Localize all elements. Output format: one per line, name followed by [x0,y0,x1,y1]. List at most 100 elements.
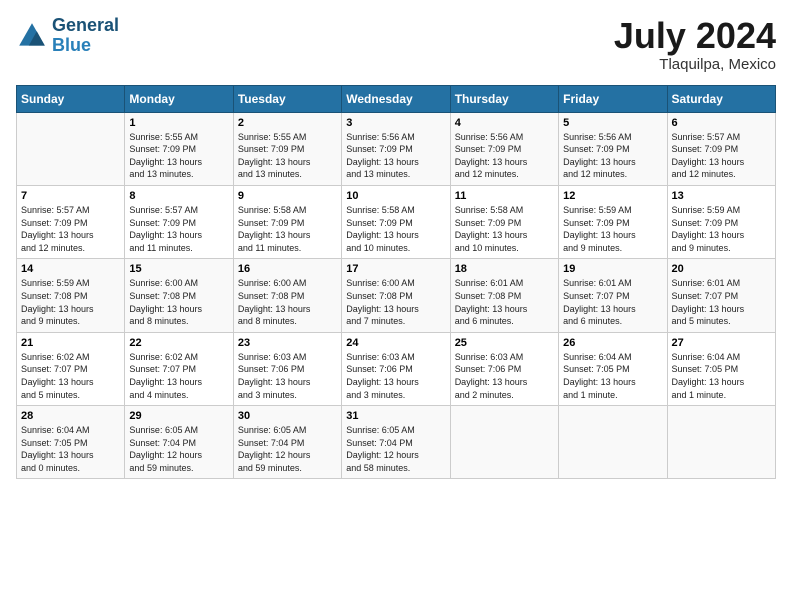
day-number: 19 [563,263,662,275]
calendar-header: SundayMondayTuesdayWednesdayThursdayFrid… [17,85,776,112]
day-number: 30 [238,410,337,422]
header-cell-wednesday: Wednesday [342,85,450,112]
day-cell: 13 Sunrise: 5:59 AM Sunset: 7:09 PM Dayli… [667,185,775,258]
day-info: Sunrise: 5:58 AM Sunset: 7:09 PM Dayligh… [346,204,445,254]
location: Tlaquilpa, Mexico [614,56,776,73]
logo-icon [16,20,48,52]
day-number: 10 [346,190,445,202]
day-info: Sunrise: 5:58 AM Sunset: 7:09 PM Dayligh… [238,204,337,254]
day-cell: 22 Sunrise: 6:02 AM Sunset: 7:07 PM Dayli… [125,332,233,405]
day-info: Sunrise: 5:56 AM Sunset: 7:09 PM Dayligh… [455,131,554,181]
day-cell: 9 Sunrise: 5:58 AM Sunset: 7:09 PM Daylig… [233,185,341,258]
day-number: 27 [672,337,771,349]
day-cell: 8 Sunrise: 5:57 AM Sunset: 7:09 PM Daylig… [125,185,233,258]
day-cell: 2 Sunrise: 5:55 AM Sunset: 7:09 PM Daylig… [233,112,341,185]
day-info: Sunrise: 5:57 AM Sunset: 7:09 PM Dayligh… [129,204,228,254]
week-row: 28 Sunrise: 6:04 AM Sunset: 7:05 PM Dayli… [17,406,776,479]
day-info: Sunrise: 5:55 AM Sunset: 7:09 PM Dayligh… [129,131,228,181]
day-cell: 11 Sunrise: 5:58 AM Sunset: 7:09 PM Dayli… [450,185,558,258]
day-number: 7 [21,190,120,202]
day-cell: 14 Sunrise: 5:59 AM Sunset: 7:08 PM Dayli… [17,259,125,332]
day-info: Sunrise: 6:03 AM Sunset: 7:06 PM Dayligh… [346,351,445,401]
header-cell-saturday: Saturday [667,85,775,112]
week-row: 1 Sunrise: 5:55 AM Sunset: 7:09 PM Daylig… [17,112,776,185]
day-number: 2 [238,117,337,129]
day-number: 9 [238,190,337,202]
day-number: 13 [672,190,771,202]
day-number: 1 [129,117,228,129]
header-cell-monday: Monday [125,85,233,112]
day-cell: 6 Sunrise: 5:57 AM Sunset: 7:09 PM Daylig… [667,112,775,185]
day-info: Sunrise: 6:03 AM Sunset: 7:06 PM Dayligh… [455,351,554,401]
day-cell [667,406,775,479]
day-cell: 10 Sunrise: 5:58 AM Sunset: 7:09 PM Dayli… [342,185,450,258]
day-number: 24 [346,337,445,349]
day-cell: 17 Sunrise: 6:00 AM Sunset: 7:08 PM Dayli… [342,259,450,332]
day-cell [559,406,667,479]
calendar-body: 1 Sunrise: 5:55 AM Sunset: 7:09 PM Daylig… [17,112,776,479]
day-info: Sunrise: 6:01 AM Sunset: 7:07 PM Dayligh… [563,277,662,327]
day-info: Sunrise: 6:02 AM Sunset: 7:07 PM Dayligh… [21,351,120,401]
day-number: 29 [129,410,228,422]
week-row: 21 Sunrise: 6:02 AM Sunset: 7:07 PM Dayli… [17,332,776,405]
day-number: 8 [129,190,228,202]
day-info: Sunrise: 5:55 AM Sunset: 7:09 PM Dayligh… [238,131,337,181]
day-cell: 26 Sunrise: 6:04 AM Sunset: 7:05 PM Dayli… [559,332,667,405]
day-number: 18 [455,263,554,275]
header-cell-tuesday: Tuesday [233,85,341,112]
day-cell [17,112,125,185]
day-number: 12 [563,190,662,202]
day-info: Sunrise: 5:57 AM Sunset: 7:09 PM Dayligh… [21,204,120,254]
day-cell: 5Sunrise: 5:56 AM Sunset: 7:09 PM Daylig… [559,112,667,185]
day-cell: 4 Sunrise: 5:56 AM Sunset: 7:09 PM Daylig… [450,112,558,185]
title-block: July 2024 Tlaquilpa, Mexico [614,16,776,73]
day-cell: 15 Sunrise: 6:00 AM Sunset: 7:08 PM Dayli… [125,259,233,332]
day-number: 11 [455,190,554,202]
day-cell: 27 Sunrise: 6:04 AM Sunset: 7:05 PM Dayli… [667,332,775,405]
day-info: Sunrise: 5:57 AM Sunset: 7:09 PM Dayligh… [672,131,771,181]
header-cell-thursday: Thursday [450,85,558,112]
day-number: 31 [346,410,445,422]
day-info: Sunrise: 5:59 AM Sunset: 7:09 PM Dayligh… [563,204,662,254]
week-row: 14 Sunrise: 5:59 AM Sunset: 7:08 PM Dayli… [17,259,776,332]
day-number: 5 [563,117,662,129]
day-info: Sunrise: 6:04 AM Sunset: 7:05 PM Dayligh… [563,351,662,401]
day-number: 20 [672,263,771,275]
day-number: 21 [21,337,120,349]
logo-text: General Blue [52,16,119,56]
day-cell: 31 Sunrise: 6:05 AM Sunset: 7:04 PM Dayli… [342,406,450,479]
day-info: Sunrise: 6:00 AM Sunset: 7:08 PM Dayligh… [129,277,228,327]
day-number: 15 [129,263,228,275]
day-cell [450,406,558,479]
day-info: Sunrise: 6:01 AM Sunset: 7:08 PM Dayligh… [455,277,554,327]
day-info: Sunrise: 6:00 AM Sunset: 7:08 PM Dayligh… [238,277,337,327]
day-number: 17 [346,263,445,275]
logo: General Blue [16,16,119,56]
day-cell: 7 Sunrise: 5:57 AM Sunset: 7:09 PM Daylig… [17,185,125,258]
day-cell: 1 Sunrise: 5:55 AM Sunset: 7:09 PM Daylig… [125,112,233,185]
day-number: 22 [129,337,228,349]
day-number: 25 [455,337,554,349]
day-number: 26 [563,337,662,349]
header-cell-friday: Friday [559,85,667,112]
day-info: Sunrise: 6:05 AM Sunset: 7:04 PM Dayligh… [346,424,445,474]
header-cell-sunday: Sunday [17,85,125,112]
day-cell: 21 Sunrise: 6:02 AM Sunset: 7:07 PM Dayli… [17,332,125,405]
day-number: 28 [21,410,120,422]
day-info: Sunrise: 5:59 AM Sunset: 7:09 PM Dayligh… [672,204,771,254]
day-info: Sunrise: 6:00 AM Sunset: 7:08 PM Dayligh… [346,277,445,327]
day-cell: 16Sunrise: 6:00 AM Sunset: 7:08 PM Dayli… [233,259,341,332]
day-cell: 24 Sunrise: 6:03 AM Sunset: 7:06 PM Dayli… [342,332,450,405]
day-info: Sunrise: 5:58 AM Sunset: 7:09 PM Dayligh… [455,204,554,254]
day-info: Sunrise: 5:56 AM Sunset: 7:09 PM Dayligh… [346,131,445,181]
day-info: Sunrise: 6:04 AM Sunset: 7:05 PM Dayligh… [21,424,120,474]
day-number: 4 [455,117,554,129]
day-info: Sunrise: 6:02 AM Sunset: 7:07 PM Dayligh… [129,351,228,401]
day-cell: 25 Sunrise: 6:03 AM Sunset: 7:06 PM Dayli… [450,332,558,405]
day-number: 14 [21,263,120,275]
day-number: 6 [672,117,771,129]
day-info: Sunrise: 6:01 AM Sunset: 7:07 PM Dayligh… [672,277,771,327]
calendar-table: SundayMondayTuesdayWednesdayThursdayFrid… [16,85,776,480]
day-info: Sunrise: 5:59 AM Sunset: 7:08 PM Dayligh… [21,277,120,327]
day-info: Sunrise: 6:04 AM Sunset: 7:05 PM Dayligh… [672,351,771,401]
